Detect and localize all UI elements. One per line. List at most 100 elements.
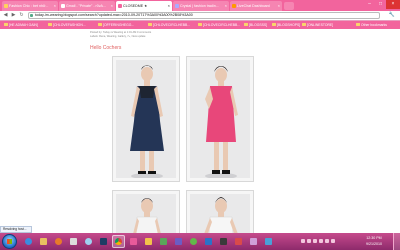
- tray-icon[interactable]: [319, 239, 323, 243]
- bookmark-label: [CHLOVEFASHION...: [53, 23, 86, 27]
- ie-taskbar-icon[interactable]: [22, 235, 35, 248]
- app-taskbar-icon[interactable]: [67, 235, 80, 248]
- paint-taskbar-icon[interactable]: [127, 235, 140, 248]
- favicon-icon: [118, 4, 122, 8]
- clock[interactable]: 12:30 PM 9/21/2010: [366, 235, 382, 247]
- chrome-taskbar-icon[interactable]: [112, 235, 125, 248]
- close-window-button[interactable]: ×: [386, 0, 400, 9]
- tab-1[interactable]: Fashion Chic : bet nhữ... ×: [2, 1, 58, 11]
- model-figure: [130, 65, 164, 178]
- app-taskbar-icon[interactable]: [247, 235, 260, 248]
- show-desktop-button[interactable]: [393, 233, 400, 250]
- windows-logo-icon: [7, 239, 12, 244]
- explorer-taskbar-icon[interactable]: [37, 235, 50, 248]
- tab-4[interactable]: Crystal | fashion tradin... ×: [173, 1, 229, 11]
- back-button[interactable]: ◀: [2, 12, 9, 19]
- bookmark-folder[interactable]: [ONLINESTORE]: [302, 22, 333, 28]
- gmail-icon: [61, 4, 65, 8]
- forward-button[interactable]: ▶: [10, 12, 17, 19]
- folder-taskbar-icon[interactable]: [142, 235, 155, 248]
- post-meta: Posted by: Today ra Wearing at 1:01 AM 0…: [90, 31, 152, 34]
- tray-icon[interactable]: [301, 239, 305, 243]
- tab-5[interactable]: LiveChat Dashboard ×: [230, 1, 282, 11]
- system-tray: [300, 237, 360, 246]
- folder-icon: [198, 23, 202, 26]
- photo-navy-skirt[interactable]: [186, 190, 254, 233]
- start-button[interactable]: [2, 234, 17, 249]
- close-tab-icon[interactable]: ×: [111, 1, 113, 11]
- photoshop-taskbar-icon[interactable]: [97, 235, 110, 248]
- media-taskbar-icon[interactable]: [52, 235, 65, 248]
- tray-icon[interactable]: [307, 239, 311, 243]
- close-tab-icon[interactable]: ×: [225, 1, 227, 11]
- bookmark-folder[interactable]: [HE ADMAH GAIN]: [4, 22, 38, 28]
- app-taskbar-icon[interactable]: [217, 235, 230, 248]
- network-icon[interactable]: [325, 239, 329, 243]
- close-tab-icon[interactable]: ×: [54, 1, 56, 11]
- favicon-icon: [4, 4, 8, 8]
- maximize-button[interactable]: □: [375, 0, 386, 9]
- cloud-taskbar-icon[interactable]: [82, 235, 95, 248]
- new-tab-button[interactable]: [284, 2, 294, 10]
- messenger-taskbar-icon[interactable]: [187, 235, 200, 248]
- minimize-button[interactable]: –: [364, 0, 375, 9]
- browser-toolbar: ◀ ▶ ↻ today-im-wearing.blogspot.com/sear…: [0, 11, 400, 21]
- favicon-icon: [175, 4, 179, 8]
- wrench-menu-icon[interactable]: 🔧: [388, 12, 396, 19]
- bookmark-folder[interactable]: [OFFERINGHEGG...: [98, 22, 134, 28]
- photo-frame: [116, 60, 176, 178]
- app-taskbar-icon[interactable]: [232, 235, 245, 248]
- other-bookmarks[interactable]: Other bookmarks: [356, 22, 387, 28]
- bookmark-label: [BLOGSHOPS]: [277, 23, 301, 27]
- volume-icon[interactable]: [331, 239, 335, 243]
- photo-frame: [190, 60, 250, 178]
- folder-icon: [272, 23, 276, 26]
- page-icon: [30, 14, 33, 17]
- close-tab-icon[interactable]: ×: [278, 1, 280, 11]
- model-figure: [133, 198, 161, 233]
- taskbar: 12:30 PM 9/21/2010: [0, 233, 400, 250]
- livechat-icon: [232, 4, 236, 8]
- folder-icon: [4, 23, 8, 26]
- photo-pink-dress[interactable]: [186, 56, 254, 182]
- address-bar[interactable]: today-im-wearing.blogspot.com/search?upd…: [28, 12, 380, 19]
- bookmark-folder[interactable]: [BLOGSSS]: [244, 22, 267, 28]
- status-bubble: Resolving host...: [0, 226, 32, 233]
- close-tab-icon[interactable]: ×: [168, 1, 170, 11]
- address-text: today-im-wearing.blogspot.com/search?upd…: [35, 13, 193, 17]
- photo-navy-lace-dress[interactable]: [112, 56, 180, 182]
- reload-button[interactable]: ↻: [18, 12, 25, 19]
- photo-coral-skirt[interactable]: [112, 190, 180, 233]
- tab-label: Gmail - "Private" - r0vA...: [66, 4, 106, 8]
- bookmark-folder[interactable]: [CHLOVEFASHION...: [48, 22, 86, 28]
- bookmark-folder[interactable]: [CHLOVECIRCLHEBB...: [148, 22, 190, 28]
- tab-label: CLOSEDME ★: [123, 4, 148, 8]
- bookmark-label: [BLOGSSS]: [249, 23, 268, 27]
- bookmark-label: [ONLINESTORE]: [307, 23, 334, 27]
- tab-3-active[interactable]: CLOSEDME ★ ×: [116, 1, 172, 11]
- folder-icon: [356, 23, 360, 26]
- photo-frame: [190, 194, 250, 233]
- bookmark-folder[interactable]: [BLOGSHOPS]: [272, 22, 300, 28]
- photo-frame: [116, 194, 176, 233]
- post-title: Hello Cochers: [90, 45, 122, 51]
- window-controls: – □ ×: [364, 0, 400, 9]
- app-taskbar-icon[interactable]: [262, 235, 275, 248]
- folder-icon: [48, 23, 52, 26]
- page-viewport: Posted by: Today ra Wearing at 1:01 AM 0…: [0, 29, 400, 233]
- bookmark-label: [CHLOVECIRCLHEBB...: [203, 23, 241, 27]
- app-taskbar-icon[interactable]: [202, 235, 215, 248]
- tab-label: Crystal | fashion tradin...: [180, 4, 219, 8]
- tab-2[interactable]: Gmail - "Private" - r0vA... ×: [59, 1, 115, 11]
- bookmark-folder[interactable]: [CHLOVECIRCLHEBB...: [198, 22, 240, 28]
- clock-date: 9/21/2010: [366, 242, 382, 246]
- folder-icon: [148, 23, 152, 26]
- tray-icon[interactable]: [313, 239, 317, 243]
- post-labels: Labels: Rena, Wearing, Gallery, 7+, New …: [90, 35, 146, 38]
- bookmark-label: [OFFERINGHEGG...: [103, 23, 135, 27]
- model-figure: [205, 66, 238, 178]
- bookmark-label: [CHLOVECIRCLHEBB...: [153, 23, 191, 27]
- folder-icon: [302, 23, 306, 26]
- app-taskbar-icon[interactable]: [157, 235, 170, 248]
- app-taskbar-icon[interactable]: [172, 235, 185, 248]
